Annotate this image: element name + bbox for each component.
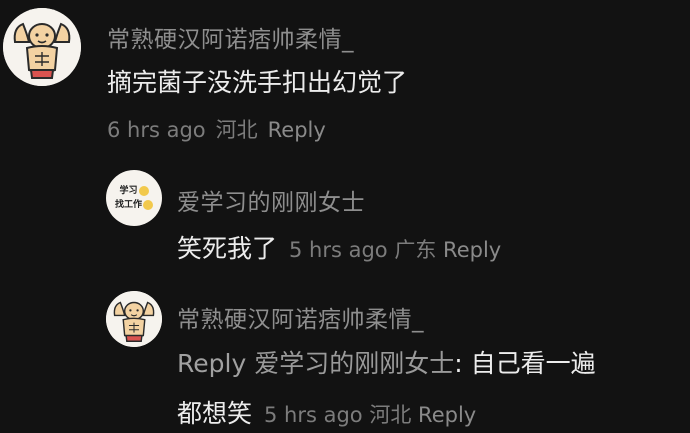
reply-body-line2: 都想笑 5 hrs ago 河北 Reply bbox=[177, 394, 476, 430]
reply-text-line1: : 自己看一遍 bbox=[454, 349, 596, 378]
muscle-cartoon-avatar-icon bbox=[3, 8, 81, 86]
reply-meta: 5 hrs ago 河北 Reply bbox=[264, 403, 476, 427]
reply-location: 广东 bbox=[394, 238, 437, 262]
reply-button[interactable]: Reply bbox=[268, 118, 326, 142]
mention-username[interactable]: 爱学习的刚刚女士 bbox=[254, 349, 454, 378]
reply-meta: 5 hrs ago 广东 Reply bbox=[289, 238, 501, 262]
smile-icon bbox=[138, 185, 149, 196]
user-avatar[interactable] bbox=[106, 291, 162, 347]
reply-body: 笑死我了 5 hrs ago 广东 Reply bbox=[177, 229, 501, 265]
reply-prefix: Reply bbox=[177, 349, 247, 378]
comment-username[interactable]: 常熟硬汉阿诺痞帅柔情_ bbox=[107, 20, 354, 54]
reply-time: 5 hrs ago bbox=[289, 238, 388, 262]
reply-username[interactable]: 常熟硬汉阿诺痞帅柔情_ bbox=[177, 300, 424, 334]
comment-time: 6 hrs ago bbox=[107, 118, 206, 142]
user-avatar[interactable]: 学习 找工作 bbox=[106, 170, 162, 226]
avatar-text-line1: 学习 bbox=[119, 186, 138, 196]
smile-icon bbox=[143, 199, 153, 210]
user-avatar[interactable] bbox=[3, 8, 81, 86]
study-work-badge-avatar-icon: 学习 找工作 bbox=[115, 184, 153, 212]
reply-body-line1: Reply 爱学习的刚刚女士: 自己看一遍 bbox=[177, 344, 596, 380]
avatar-text-line2: 找工作 bbox=[114, 200, 142, 210]
reply-button[interactable]: Reply bbox=[418, 403, 476, 427]
reply-time: 5 hrs ago bbox=[264, 403, 363, 427]
comment-text: 摘完菌子没洗手扣出幻觉了 bbox=[107, 68, 408, 97]
reply-button[interactable]: Reply bbox=[443, 238, 501, 262]
reply-text-line2: 都想笑 bbox=[177, 399, 253, 428]
muscle-cartoon-avatar-icon bbox=[106, 291, 162, 347]
reply-text: 笑死我了 bbox=[177, 234, 278, 263]
comment-meta: 6 hrs ago 河北 Reply bbox=[107, 114, 336, 144]
comment-location: 河北 bbox=[215, 118, 258, 142]
reply-location: 河北 bbox=[369, 403, 412, 427]
reply-username[interactable]: 爱学习的刚刚女士 bbox=[177, 183, 365, 217]
